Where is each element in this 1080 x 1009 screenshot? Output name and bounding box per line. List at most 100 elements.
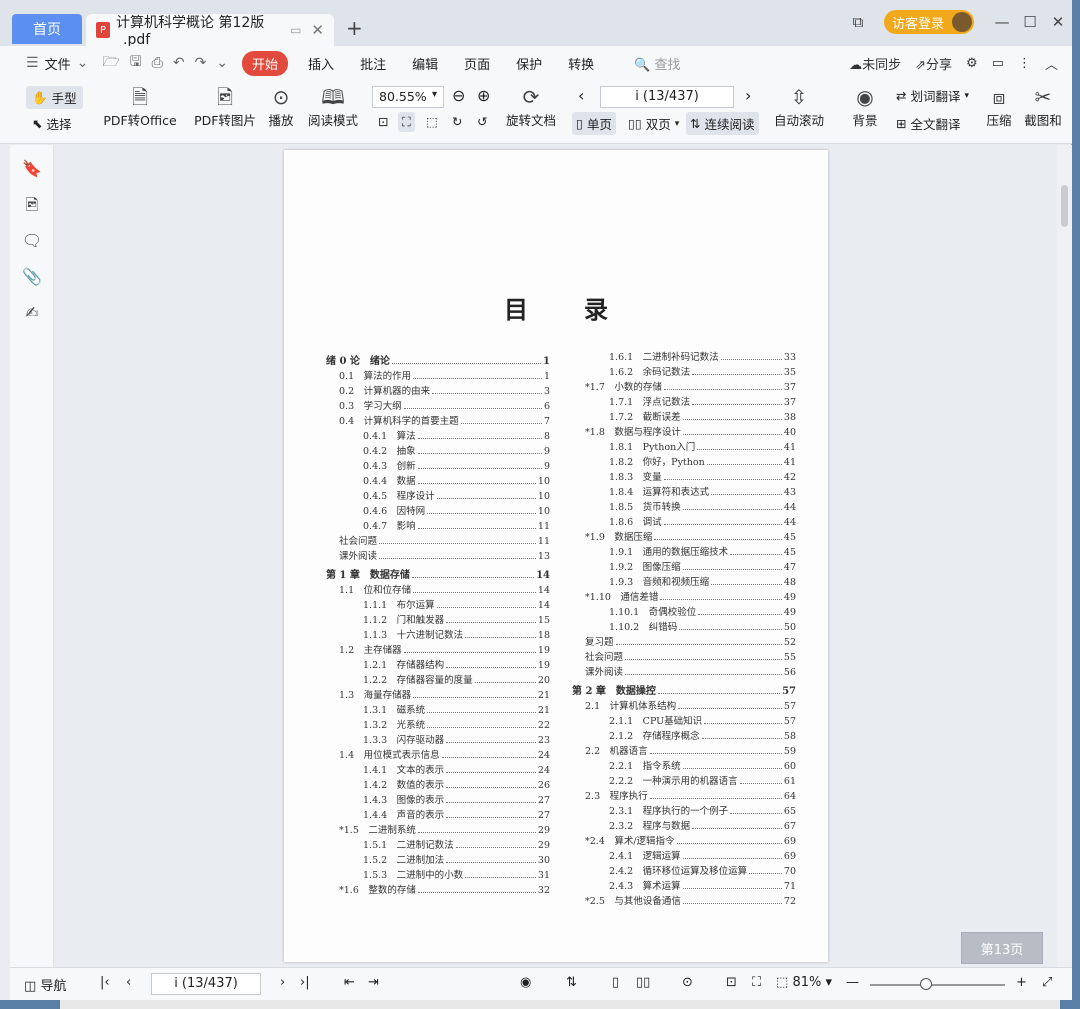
toc-entry[interactable]: 1.8.5 货币转换 44 <box>572 498 796 513</box>
toc-entry[interactable]: 1.7.2 截断误差 38 <box>572 408 796 423</box>
toc-entry[interactable]: 1.4.4 声音的表示 27 <box>326 806 550 821</box>
play-button[interactable]: ⊙ 播放 <box>266 84 296 129</box>
toc-entry[interactable]: 0.4.1 算法 8 <box>326 427 550 442</box>
save-icon[interactable]: 🖫 <box>130 51 142 75</box>
visitor-login-button[interactable]: 访客登录 <box>883 10 974 34</box>
toc-entry[interactable]: 2.1.1 CPU基础知识 57 <box>572 712 796 727</box>
toc-entry[interactable]: 1.4.2 数值的表示 26 <box>326 776 550 791</box>
tab-pin-icon[interactable]: ▭ <box>290 23 301 37</box>
toc-entry[interactable]: 1.3 海量存储器 21 <box>326 686 550 701</box>
toc-entry[interactable]: 1.2 主存储器 19 <box>326 641 550 656</box>
toc-entry[interactable]: *1.7 小数的存储 37 <box>572 378 796 393</box>
background-button[interactable]: ◉ 背景 <box>846 84 884 129</box>
toc-entry[interactable]: 1.10.2 纠错码 50 <box>572 618 796 633</box>
toc-entry[interactable]: 1.3.3 闪存驱动器 23 <box>326 731 550 746</box>
reading-mode-button[interactable]: 🕮 阅读模式 <box>306 84 360 129</box>
fit-page-icon[interactable]: ⛶ <box>398 112 415 132</box>
forward-icon[interactable]: ⇥ <box>368 975 379 990</box>
rotate-left-icon[interactable]: ↺ <box>477 114 487 129</box>
share-button[interactable]: ⇗分享 <box>915 54 952 73</box>
pdf-to-office-button[interactable]: 🗎 PDF转Office <box>100 84 180 129</box>
toc-entry[interactable]: 0.4 计算机科学的首要主题 7 <box>326 412 550 427</box>
zoom-out-status-icon[interactable]: — <box>846 975 859 990</box>
continuous-status-icon[interactable]: ⇅ <box>566 975 577 990</box>
play-status-icon[interactable]: ⊙ <box>682 975 693 990</box>
tab-close-icon[interactable]: ✕ <box>311 21 324 39</box>
toc-entry[interactable]: 2.3.2 程序与数据 67 <box>572 817 796 832</box>
toc-entry[interactable]: 复习题 52 <box>572 633 796 648</box>
toc-entry[interactable]: 1.1 位和位存储 14 <box>326 581 550 596</box>
actual-size-status-icon[interactable]: ⊡ <box>726 975 737 990</box>
continuous-reading-button[interactable]: ⇅ 连续阅读 <box>686 112 759 135</box>
scrollbar-thumb[interactable] <box>1061 185 1068 227</box>
toc-entry[interactable]: 1.8.1 Python入门 41 <box>572 438 796 453</box>
toc-entry[interactable]: 0.1 算法的作用 1 <box>326 367 550 382</box>
toc-entry[interactable]: 1.9.1 通用的数据压缩技术 45 <box>572 543 796 558</box>
toc-entry[interactable]: 2.3.1 程序执行的一个例子 65 <box>572 802 796 817</box>
vertical-scrollbar[interactable] <box>1057 145 1072 967</box>
attachment-icon[interactable]: 📎 <box>10 259 54 295</box>
double-status-icon[interactable]: ▯▯ <box>636 975 650 990</box>
pdf-to-image-button[interactable]: 🖻 PDF转图片 <box>194 84 256 129</box>
comment-icon[interactable]: 🗨 <box>10 223 54 259</box>
zoom-select[interactable]: 80.55% ▾ <box>372 86 444 108</box>
toc-entry[interactable]: *2.4 算术/逻辑指令 69 <box>572 832 796 847</box>
signature-icon[interactable]: ✍ <box>10 295 54 331</box>
zoom-slider[interactable] <box>870 978 1005 990</box>
toc-entry[interactable]: *1.10 通信差错 49 <box>572 588 796 603</box>
screenshot-button[interactable]: ✂ 截图和 <box>1024 84 1062 129</box>
print-icon[interactable]: ⎙ <box>152 55 163 71</box>
toc-entry[interactable]: 1.1.1 布尔运算 14 <box>326 596 550 611</box>
toc-entry[interactable]: 绪 0 论 绪论 1 <box>326 348 550 367</box>
zoom-in-icon[interactable]: ⊕ <box>477 86 490 105</box>
toc-entry[interactable]: 2.2.2 一种演示用的机器语言 61 <box>572 772 796 787</box>
first-page-icon[interactable]: |‹ <box>100 975 110 990</box>
toc-entry[interactable]: 2.2.1 指令系统 60 <box>572 757 796 772</box>
toc-entry[interactable]: 2.4.3 算术运算 71 <box>572 877 796 892</box>
undo-icon[interactable]: ↶ <box>173 55 185 71</box>
toc-entry[interactable]: 1.8.4 运算符和表达式 43 <box>572 483 796 498</box>
zoom-in-status-icon[interactable]: + <box>1016 975 1027 990</box>
menu-insert[interactable]: 插入 <box>308 54 334 73</box>
prev-page-icon[interactable]: ‹ <box>578 86 584 105</box>
toc-entry[interactable]: 1.10.1 奇偶校验位 49 <box>572 603 796 618</box>
menu-protect[interactable]: 保护 <box>516 54 542 73</box>
toc-entry[interactable]: 1.6.2 余码记数法 35 <box>572 363 796 378</box>
rotate-right-icon[interactable]: ↻ <box>452 114 462 129</box>
toc-entry[interactable]: *1.5 二进制系统 29 <box>326 821 550 836</box>
close-button[interactable]: ✕ <box>1044 13 1072 31</box>
last-page-icon[interactable]: ›| <box>300 975 310 990</box>
minimize-button[interactable]: — <box>988 13 1016 31</box>
toc-entry[interactable]: 1.7.1 浮点记数法 37 <box>572 393 796 408</box>
toc-entry[interactable]: 2.4.1 逻辑运算 69 <box>572 847 796 862</box>
toc-entry[interactable]: 1.1.2 门和触发器 15 <box>326 611 550 626</box>
fit-status-icon[interactable]: ⛶ <box>752 975 761 990</box>
toc-entry[interactable]: 1.8.6 调试 44 <box>572 513 796 528</box>
back-icon[interactable]: ⇤ <box>344 975 355 990</box>
toc-entry[interactable]: 0.2 计算机器的由来 3 <box>326 382 550 397</box>
menu-edit[interactable]: 编辑 <box>412 54 438 73</box>
zoom-status-select[interactable]: ⬚ 81% ▾ <box>776 975 832 990</box>
toc-entry[interactable]: 1.5.3 二进制中的小数 31 <box>326 866 550 881</box>
menu-page[interactable]: 页面 <box>464 54 490 73</box>
toc-entry[interactable]: 2.3 程序执行 64 <box>572 787 796 802</box>
toc-entry[interactable]: 1.5.2 二进制加法 30 <box>326 851 550 866</box>
toc-entry[interactable]: 1.4.3 图像的表示 27 <box>326 791 550 806</box>
prev-page-status-icon[interactable]: ‹ <box>126 975 131 990</box>
collapse-icon[interactable]: ︿ <box>1045 54 1058 73</box>
toc-entry[interactable]: 2.1.2 存储程序概念 58 <box>572 727 796 742</box>
toc-entry[interactable]: 1.8.2 你好，Python 41 <box>572 453 796 468</box>
toc-entry[interactable]: 1.2.1 存储器结构 19 <box>326 656 550 671</box>
toc-entry[interactable]: 1.1.3 十六进制记数法 18 <box>326 626 550 641</box>
hamburger-icon[interactable]: ☰ <box>26 55 39 71</box>
word-translate-button[interactable]: ⇄ 划词翻译 ▾ <box>896 86 969 105</box>
toc-entry[interactable]: 1.9.2 图像压缩 47 <box>572 558 796 573</box>
toc-entry[interactable]: 课外阅读 56 <box>572 663 796 678</box>
toc-entry[interactable]: 2.2 机器语言 59 <box>572 742 796 757</box>
zoom-slider-knob[interactable] <box>920 978 932 990</box>
toc-entry[interactable]: *1.6 整数的存储 32 <box>326 881 550 896</box>
toc-entry[interactable]: 社会问题 55 <box>572 648 796 663</box>
more-icon[interactable]: ⋮ <box>1018 56 1031 71</box>
toc-entry[interactable]: 1.5.1 二进制记数法 29 <box>326 836 550 851</box>
toc-entry[interactable]: 社会问题 11 <box>326 532 550 547</box>
